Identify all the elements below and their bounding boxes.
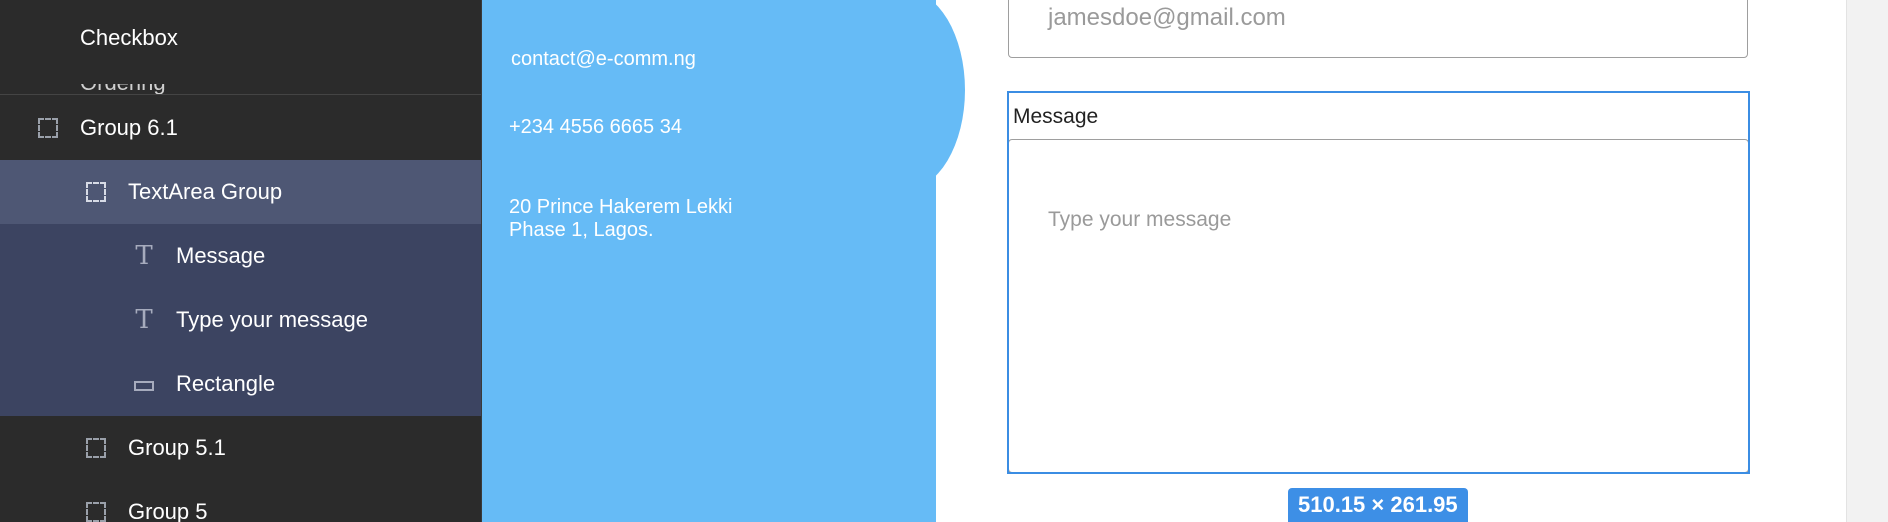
layer-row-checkbox[interactable]: Checkbox bbox=[0, 6, 481, 70]
layer-row-group-5[interactable]: Group 5 bbox=[0, 480, 481, 522]
text-icon: T bbox=[135, 305, 153, 335]
canvas-edge bbox=[1846, 0, 1888, 522]
contact-address-line1: 20 Prince Hakerem Lekki bbox=[509, 196, 733, 218]
layer-row-group-6-1[interactable]: Group 6.1 bbox=[0, 96, 481, 160]
group-icon bbox=[86, 438, 106, 458]
group-icon bbox=[86, 502, 106, 522]
contact-email: contact@e-comm.ng bbox=[511, 48, 696, 70]
layer-row-textarea-group[interactable]: TextArea Group bbox=[0, 160, 481, 224]
layer-label: Group 5.1 bbox=[128, 435, 226, 460]
layer-label: Checkbox bbox=[80, 25, 178, 50]
layer-row-type-your-message[interactable]: T Type your message bbox=[0, 288, 481, 352]
layer-row-rectangle[interactable]: Rectangle bbox=[0, 352, 481, 416]
layer-row-group-5-1[interactable]: Group 5.1 bbox=[0, 416, 481, 480]
divider bbox=[0, 94, 481, 95]
contact-phone: +234 4556 6665 34 bbox=[509, 116, 682, 138]
group-icon bbox=[38, 118, 58, 138]
layer-label: Rectangle bbox=[176, 371, 276, 396]
layer-label: TextArea Group bbox=[128, 179, 283, 204]
layer-label: Group 5 bbox=[128, 499, 208, 522]
selection-size-badge: 510.15 × 261.95 bbox=[1288, 488, 1468, 522]
layer-label: Type your message bbox=[176, 307, 368, 332]
contact-address-line2: Phase 1, Lagos. bbox=[509, 219, 654, 241]
layer-label: Message bbox=[176, 243, 266, 268]
layer-row-message[interactable]: T Message bbox=[0, 224, 481, 288]
email-field-value: jamesdoe@gmail.com bbox=[1048, 4, 1286, 31]
layer-label: Group 6.1 bbox=[80, 115, 178, 140]
layers-panel: Checkbox Ordering Group 6.1 TextArea Gro… bbox=[0, 0, 482, 522]
rectangle-icon bbox=[134, 381, 154, 391]
layer-row-partial: Ordering bbox=[80, 84, 170, 94]
group-icon bbox=[86, 182, 106, 202]
contact-panel: contact@e-comm.ng +234 4556 6665 34 20 P… bbox=[482, 0, 936, 522]
selection-outline[interactable] bbox=[1007, 91, 1750, 474]
message-label: Message bbox=[1013, 105, 1099, 128]
text-icon: T bbox=[135, 241, 153, 271]
